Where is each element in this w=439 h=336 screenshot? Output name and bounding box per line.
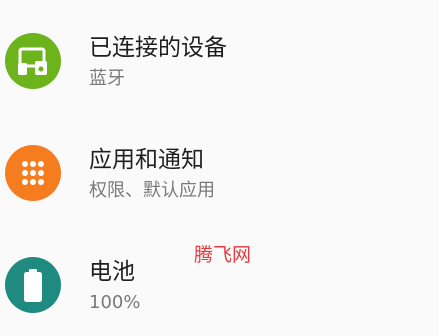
- apps-grid-icon: [5, 145, 61, 201]
- settings-item-apps-notifications[interactable]: 应用和通知 权限、默认应用: [0, 112, 439, 224]
- settings-item-title: 应用和通知: [89, 147, 204, 173]
- settings-item-battery[interactable]: 电池 100%: [0, 224, 439, 336]
- settings-item-subtitle: 蓝牙: [89, 68, 125, 89]
- settings-item-subtitle: 权限、默认应用: [89, 180, 215, 201]
- watermark-text: 腾飞网: [194, 244, 252, 266]
- settings-item-subtitle: 100%: [89, 292, 141, 313]
- battery-icon: [5, 257, 61, 313]
- connected-devices-icon: [5, 33, 61, 89]
- settings-item-title: 电池: [89, 259, 135, 285]
- settings-item-title: 已连接的设备: [89, 35, 227, 61]
- settings-item-connected-devices[interactable]: 已连接的设备 蓝牙: [0, 0, 439, 112]
